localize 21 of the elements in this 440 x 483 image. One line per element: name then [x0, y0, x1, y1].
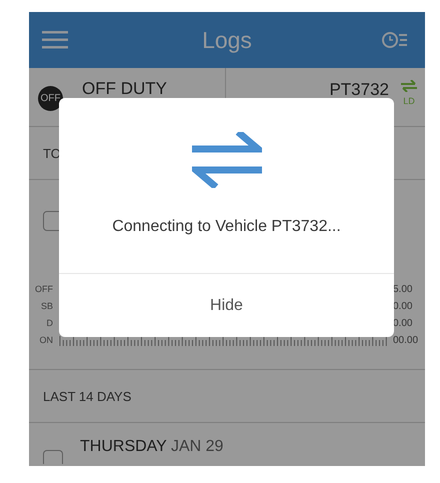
section-label: LAST 14 DAYS: [43, 388, 132, 404]
day-label[interactable]: THURSDAY JAN 29: [80, 438, 224, 456]
hide-button[interactable]: Hide: [59, 273, 394, 337]
screen-title: Logs: [202, 26, 252, 54]
vehicle-id: PT3732: [329, 80, 389, 100]
checkbox[interactable]: [43, 450, 63, 464]
duty-row-label: SB: [40, 300, 53, 313]
vehicle-state: LD: [403, 96, 415, 106]
hours-total: 5.00: [392, 283, 414, 296]
duty-row-label: D: [46, 317, 53, 330]
duty-row-label: OFF: [34, 283, 53, 296]
transfer-arrows-icon[interactable]: [401, 80, 417, 92]
duty-badge: OFF: [38, 86, 63, 111]
hours-total: 0.00: [392, 317, 414, 330]
hours-total: 0.00: [392, 300, 414, 313]
duty-row-label: ON: [38, 334, 53, 347]
clock-list-icon[interactable]: [382, 31, 408, 49]
duty-status: OFF DUTY: [82, 79, 167, 99]
dialog-message: Connecting to Vehicle PT3732...: [112, 218, 341, 236]
hours-total: 00.00: [392, 334, 420, 347]
menu-icon[interactable]: [42, 31, 68, 49]
